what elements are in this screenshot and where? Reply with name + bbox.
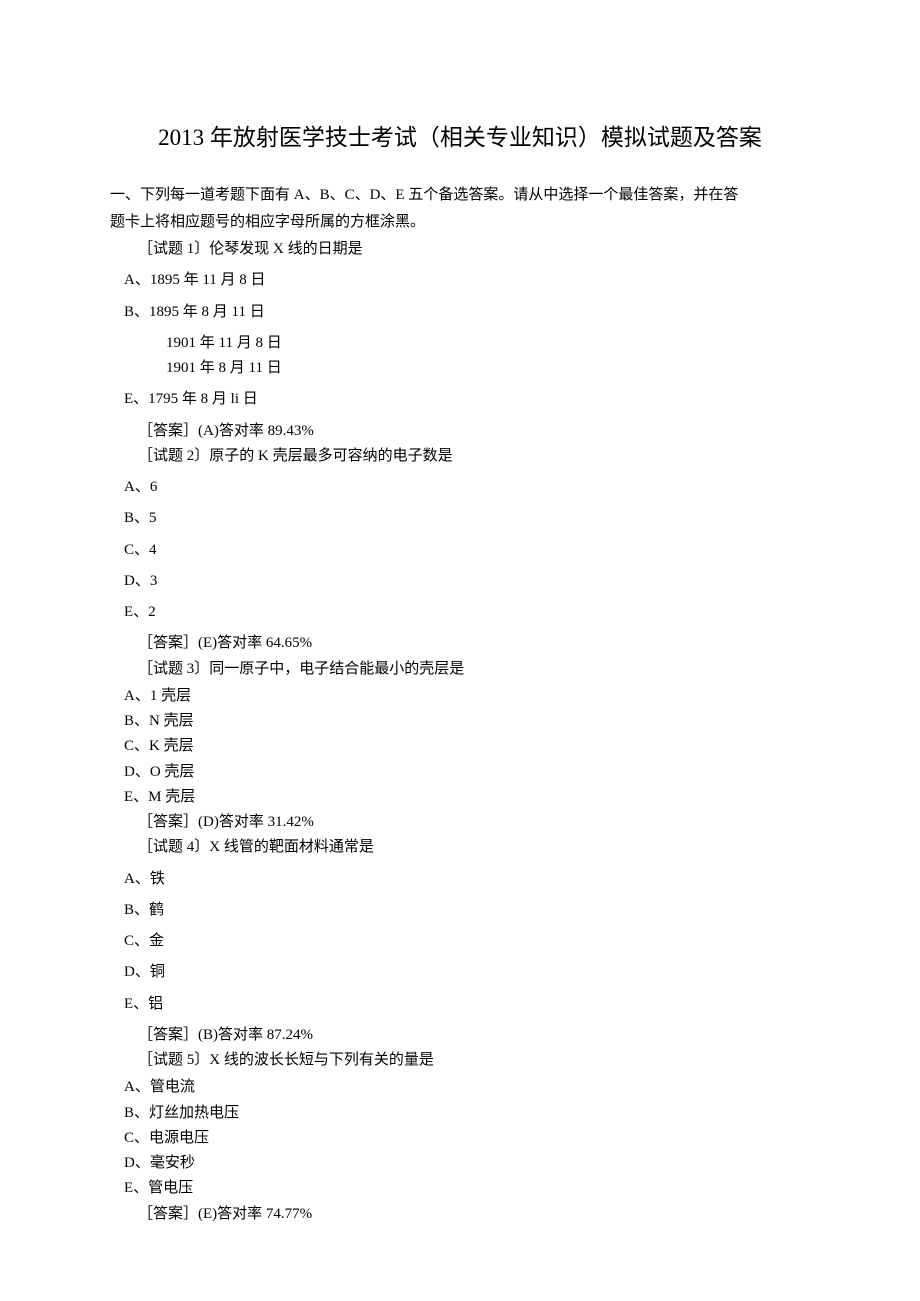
q2-option-b: B、5 <box>110 507 810 530</box>
q4-option-e: E、铝 <box>110 993 810 1016</box>
q5-option-b: B、灯丝加热电压 <box>110 1102 810 1125</box>
section-instructions-line2: 题卡上将相应题号的相应字母所属的方框涂黑。 <box>110 211 810 234</box>
q5-option-c: C、电源电压 <box>110 1127 810 1150</box>
q1-option-e: E、1795 年 8 月 li 日 <box>110 388 810 411</box>
q5-option-d: D、毫安秒 <box>110 1152 810 1175</box>
q4-answer: ［答案］(B)答对率 87.24% <box>110 1024 810 1047</box>
q4-option-b: B、鹤 <box>110 899 810 922</box>
q1-option-a: A、1895 年 11 月 8 日 <box>110 269 810 292</box>
q1-option-b: B、1895 年 8 月 11 日 <box>110 301 810 324</box>
q3-option-a: A、1 壳层 <box>110 685 810 708</box>
q4-option-a: A、铁 <box>110 868 810 891</box>
q2-option-a: A、6 <box>110 476 810 499</box>
q1-answer: ［答案］(A)答对率 89.43% <box>110 420 810 443</box>
q2-option-d: D、3 <box>110 570 810 593</box>
q3-answer: ［答案］(D)答对率 31.42% <box>110 811 810 834</box>
q3-prompt: ［试题 3〕同一原子中，电子结合能最小的壳层是 <box>110 658 810 681</box>
q2-answer: ［答案］(E)答对率 64.65% <box>110 632 810 655</box>
q1-option-d: 1901 年 8 月 11 日 <box>110 357 810 380</box>
q3-option-b: B、N 壳层 <box>110 710 810 733</box>
q1-option-c: 1901 年 11 月 8 日 <box>110 332 810 355</box>
page-title: 2013 年放射医学技士考试（相关专业知识）模拟试题及答案 <box>110 120 810 156</box>
q5-option-e: E、管电压 <box>110 1177 810 1200</box>
q5-answer: ［答案］(E)答对率 74.77% <box>110 1203 810 1226</box>
q4-prompt: ［试题 4〕X 线管的靶面材料通常是 <box>110 836 810 859</box>
q3-option-e: E、M 壳层 <box>110 786 810 809</box>
q4-option-d: D、铜 <box>110 961 810 984</box>
q2-option-c: C、4 <box>110 539 810 562</box>
q2-prompt: ［试题 2〕原子的 K 壳层最多可容纳的电子数是 <box>110 445 810 468</box>
section-instructions-line1: 一、下列每一道考题下面有 A、B、C、D、E 五个备选答案。请从中选择一个最佳答… <box>110 184 810 207</box>
q2-option-e: E、2 <box>110 601 810 624</box>
q5-prompt: ［试题 5〕X 线的波长长短与下列有关的量是 <box>110 1049 810 1072</box>
q1-prompt: ［试题 1〕伦琴发现 X 线的日期是 <box>110 238 810 261</box>
q3-option-c: C、K 壳层 <box>110 735 810 758</box>
q3-option-d: D、O 壳层 <box>110 761 810 784</box>
q5-option-a: A、管电流 <box>110 1076 810 1099</box>
q4-option-c: C、金 <box>110 930 810 953</box>
